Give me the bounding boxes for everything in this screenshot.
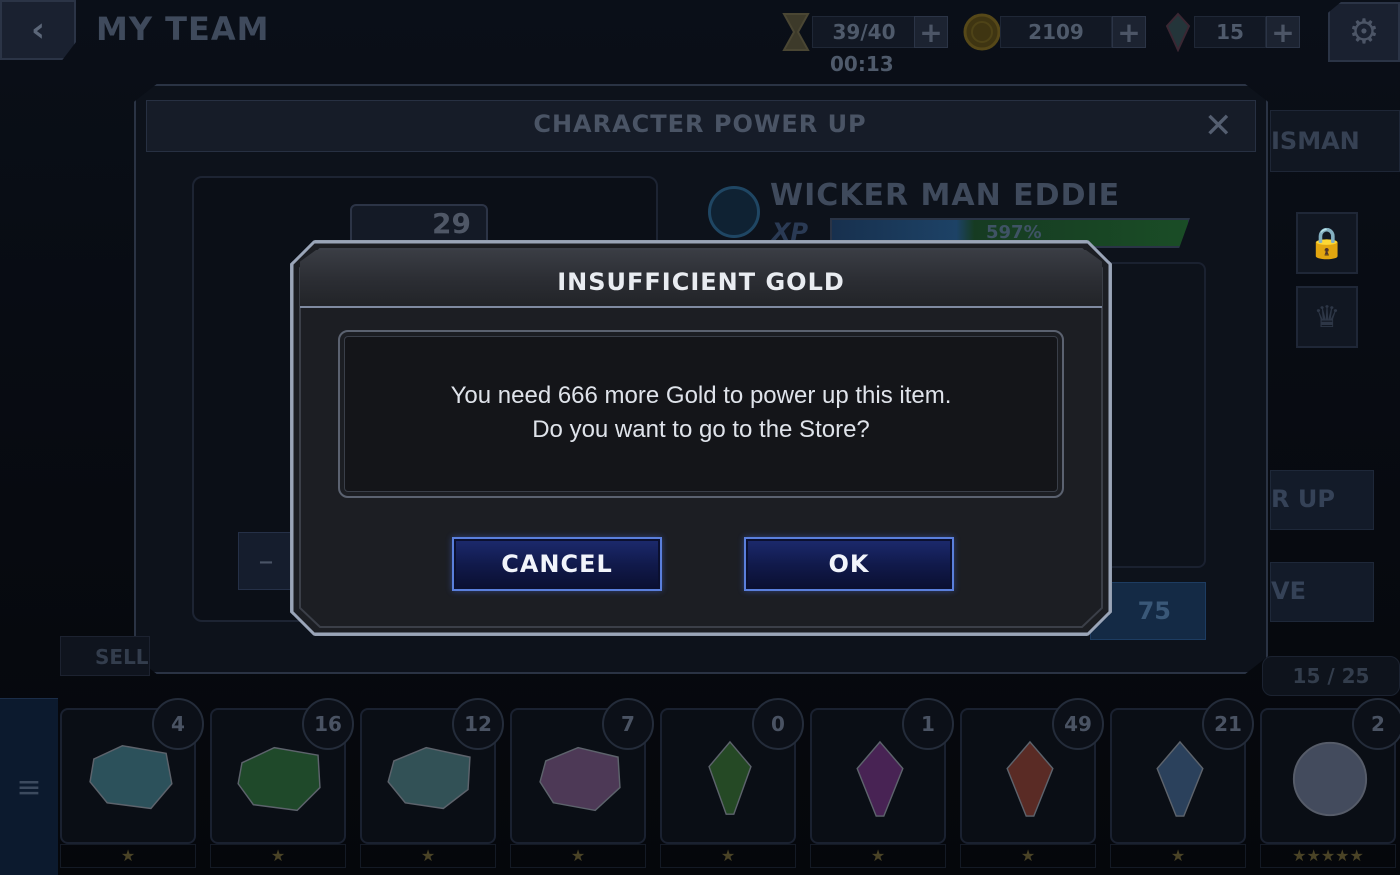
page-counter: 15 / 25 (1262, 656, 1400, 696)
xp-percent: 597% (986, 222, 1042, 243)
inventory-count: 12 (452, 698, 504, 750)
inventory-stars: ★★★★★ (1260, 844, 1396, 868)
energy-counter: 39/40 (812, 16, 916, 48)
back-button[interactable]: ‹ (0, 0, 76, 60)
dialog-message-box (338, 330, 1064, 498)
inventory-stars: ★ (60, 844, 196, 868)
hourglass-icon (776, 12, 816, 52)
inventory-count: 0 (752, 698, 804, 750)
class-emblem-icon (708, 186, 760, 238)
inventory-count: 21 (1202, 698, 1254, 750)
gear-icon: ⚙ (1348, 12, 1380, 52)
inventory-item[interactable]: 21 ★ (1110, 698, 1254, 868)
gem-icon (89, 744, 173, 810)
close-icon[interactable]: ✕ (1204, 106, 1233, 146)
character-level: 29 (432, 207, 471, 240)
hero-name: WICKER MAN EDDIE (770, 178, 1121, 213)
gem-icon (539, 746, 621, 812)
inventory-item[interactable]: 7 ★ (510, 698, 654, 868)
chevron-left-icon: ‹ (30, 10, 45, 50)
ok-button[interactable]: OK (744, 537, 954, 591)
inventory-item[interactable]: 0 ★ (660, 698, 804, 868)
crystal-counter: 15 (1194, 16, 1266, 48)
gem-icon (856, 740, 904, 817)
lock-icon[interactable]: 🔒 (1296, 212, 1358, 274)
top-bar: ‹ MY TEAM 39/40 + 00:13 2109 + 15 + ⚙ (0, 0, 1400, 76)
page-title: MY TEAM (96, 10, 270, 48)
inventory-item[interactable]: 2 ★★★★★ (1260, 698, 1400, 868)
gem-icon (237, 746, 321, 812)
inventory-count: 1 (902, 698, 954, 750)
settings-button[interactable]: ⚙ (1328, 2, 1400, 62)
gold-coin-icon (962, 12, 1002, 52)
inventory-item[interactable]: 16 ★ (210, 698, 354, 868)
inventory-count: 4 (152, 698, 204, 750)
dialog-title: INSUFFICIENT GOLD (557, 268, 845, 296)
inventory-item[interactable]: 12 ★ (360, 698, 504, 868)
dialog-message-line-1: You need 666 more Gold to power up this … (450, 382, 952, 409)
side-power-up-button[interactable]: R UP (1270, 470, 1374, 530)
inventory-stars: ★ (960, 844, 1096, 868)
inventory-item[interactable]: 49 ★ (960, 698, 1104, 868)
inventory-count: 2 (1352, 698, 1400, 750)
dialog-message-line-2: Do you want to go to the Store? (532, 416, 870, 443)
gem-icon (708, 740, 752, 815)
add-energy-button[interactable]: + (914, 16, 948, 49)
crown-icon[interactable]: ♛ (1296, 286, 1358, 348)
gem-icon (1006, 740, 1054, 817)
cancel-button[interactable]: CANCEL (452, 537, 662, 591)
inventory-stars: ★ (660, 844, 796, 868)
inventory-item[interactable]: 1 ★ (810, 698, 954, 868)
inventory-stars: ★ (210, 844, 346, 868)
add-gold-button[interactable]: + (1112, 16, 1146, 49)
inventory-count: 49 (1052, 698, 1104, 750)
gem-icon (1156, 740, 1204, 817)
minus-button[interactable]: – (238, 532, 294, 590)
power-up-title: CHARACTER POWER UP (533, 110, 867, 138)
crystal-shard-icon (1158, 12, 1198, 52)
side-move-button[interactable]: VE (1270, 562, 1374, 622)
hamburger-icon: ≡ (16, 769, 42, 805)
inventory-stars: ★ (1110, 844, 1246, 868)
sell-button[interactable]: SELL (60, 636, 150, 676)
inventory-stars: ★ (360, 844, 496, 868)
add-crystals-button[interactable]: + (1266, 16, 1300, 49)
side-move-label: VE (1271, 577, 1306, 605)
energy-timer: 00:13 (830, 52, 894, 76)
inventory-stars: ★ (810, 844, 946, 868)
inventory-count: 16 (302, 698, 354, 750)
inventory-count: 7 (602, 698, 654, 750)
inventory-stars: ★ (510, 844, 646, 868)
gold-counter: 2109 (1000, 16, 1112, 48)
menu-button[interactable]: ≡ (0, 698, 58, 875)
gem-icon (1292, 741, 1368, 817)
inventory-item[interactable]: 4 ★ (60, 698, 204, 868)
side-power-up-label: R UP (1271, 485, 1335, 513)
gem-icon (387, 746, 471, 810)
